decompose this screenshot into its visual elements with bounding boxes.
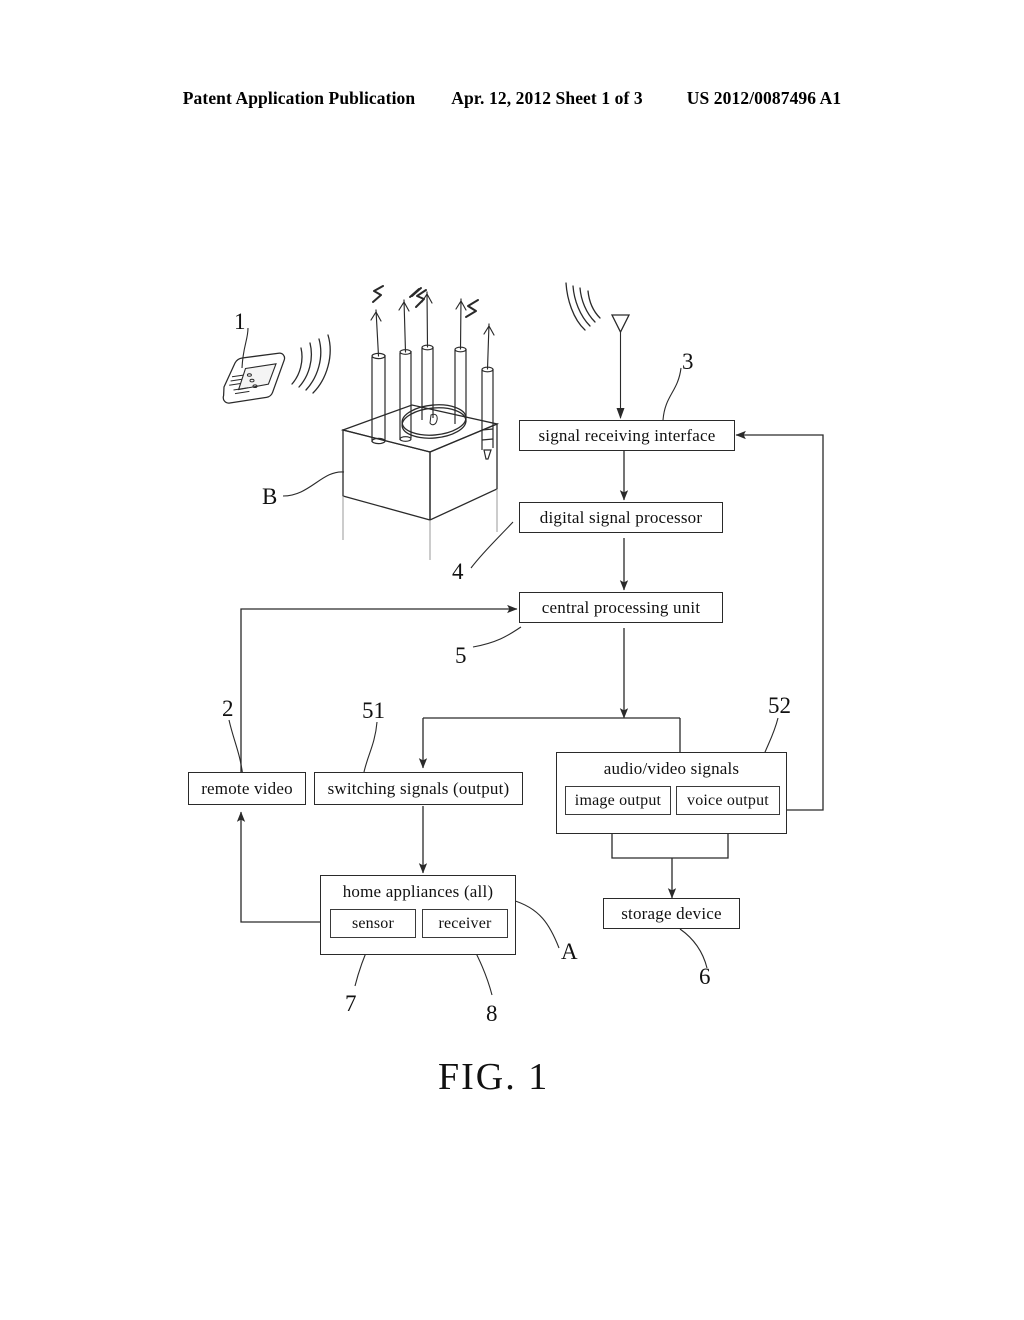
group-title: home appliances (all) [342, 882, 494, 901]
node-sensor: sensor [330, 909, 416, 938]
antenna-array-box-icon [340, 285, 500, 560]
figure-caption: FIG. 1 [438, 1056, 550, 1098]
node-label: receiver [438, 914, 492, 932]
numeral-8: 8 [486, 1001, 498, 1026]
node-storage-device: storage device [603, 898, 740, 929]
numeral-52: 52 [768, 693, 791, 718]
numeral-3: 3 [682, 349, 694, 374]
figure-canvas [222, 282, 824, 996]
node-label: remote video [201, 778, 293, 798]
node-label: sensor [351, 914, 395, 932]
node-voice-output: voice output [676, 786, 780, 815]
numeral-6: 6 [699, 964, 711, 989]
numeral-A: A [561, 939, 578, 964]
node-label: image output [574, 791, 662, 809]
numeral-2: 2 [222, 696, 234, 721]
numeral-B: B [262, 484, 278, 509]
patent-figure-page: Patent Application Publication Apr. 12, … [0, 0, 1024, 1320]
remote-control-icon [222, 352, 286, 404]
node-central-processing-unit: central processing unit [519, 592, 723, 623]
node-image-output: image output [565, 786, 671, 815]
numeral-5: 5 [455, 643, 467, 668]
node-receiver: receiver [422, 909, 508, 938]
numeral-7: 7 [345, 991, 357, 1016]
node-digital-signal-processor: digital signal processor [519, 502, 723, 533]
numeral-51: 51 [362, 698, 385, 723]
node-switching-signals: switching signals (output) [314, 772, 523, 805]
node-label: signal receiving interface [538, 425, 716, 445]
signal-waves-icon [291, 334, 331, 394]
node-label: voice output [687, 791, 769, 809]
numeral-1: 1 [234, 309, 246, 334]
node-label: central processing unit [541, 597, 701, 617]
group-home-appliances: home appliances (all) sensor receiver [320, 875, 516, 955]
node-label: digital signal processor [539, 507, 703, 527]
group-audio-video-signals: audio/video signals image output voice o… [556, 752, 787, 834]
group-title: audio/video signals [603, 759, 740, 778]
node-label: storage device [621, 903, 722, 923]
node-signal-receiving-interface: signal receiving interface [519, 420, 735, 451]
numeral-4: 4 [452, 559, 464, 584]
node-remote-video: remote video [188, 772, 306, 805]
node-label: switching signals (output) [327, 778, 510, 798]
receiving-antenna-icon [610, 314, 631, 419]
